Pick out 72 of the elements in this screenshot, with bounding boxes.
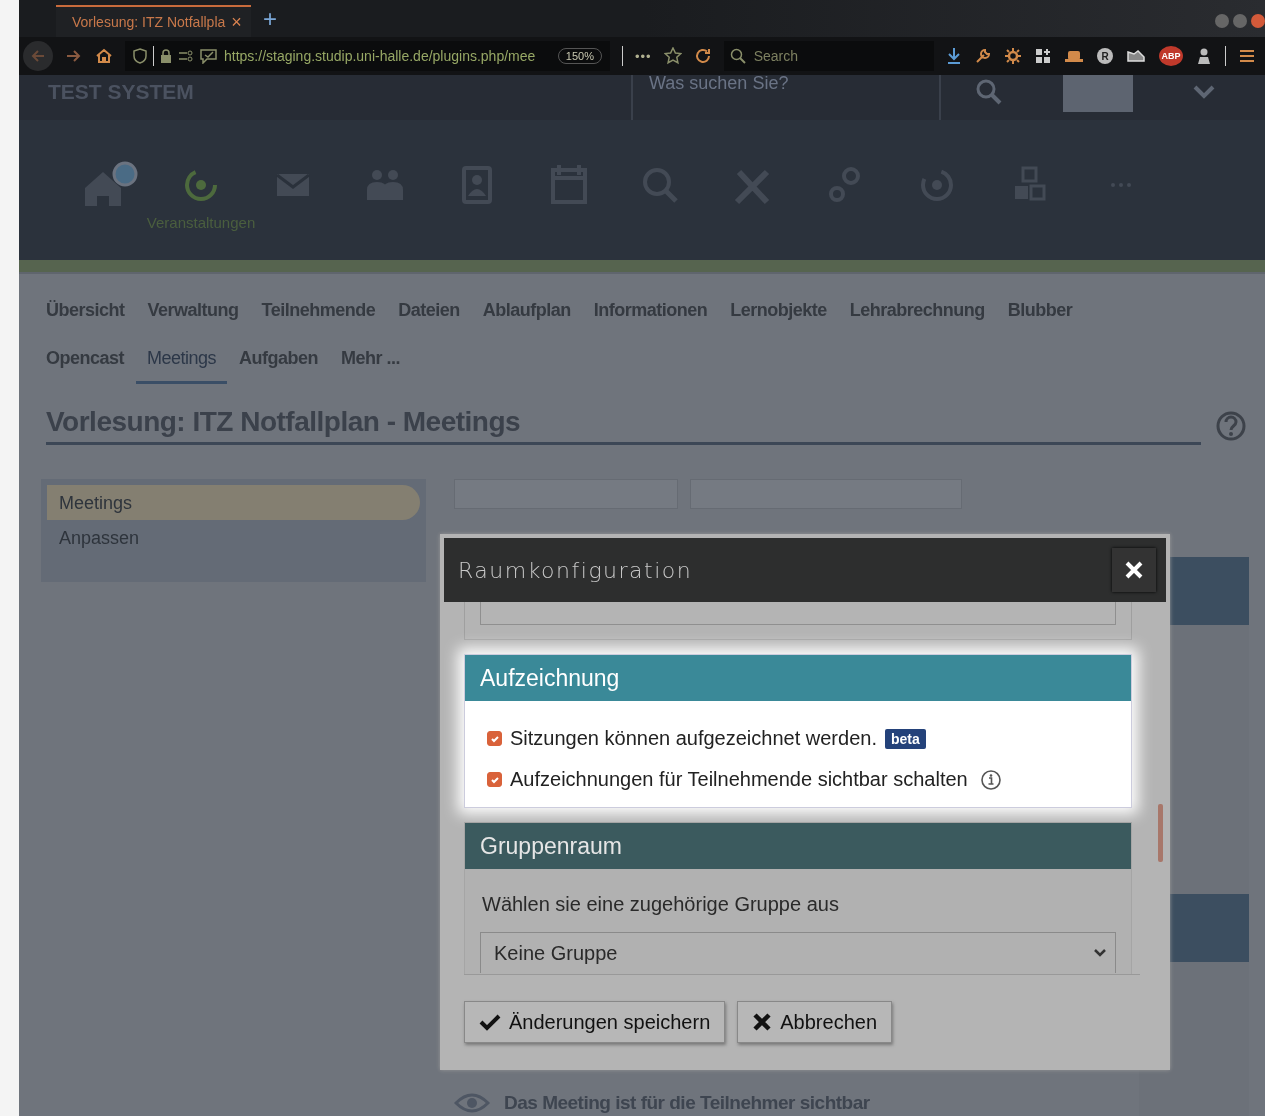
maximize-button[interactable] <box>1233 14 1247 28</box>
course-tab[interactable]: Übersicht <box>46 300 125 336</box>
course-tab[interactable]: Lehrabrechnung <box>849 300 985 336</box>
save-button[interactable]: Änderungen speichern <box>464 1001 726 1043</box>
lock-icon <box>160 49 172 63</box>
course-tab[interactable]: Meetings <box>136 348 228 384</box>
reload-icon[interactable] <box>693 47 712 65</box>
beta-badge: beta <box>884 728 926 749</box>
adblock-icon[interactable]: ABP <box>1159 46 1183 66</box>
course-tab[interactable]: Ablaufplan <box>482 300 571 336</box>
shield-icon <box>133 48 147 64</box>
field-label: Wählen sie eine zugehörige Gruppe aus <box>481 893 840 916</box>
help-icon[interactable] <box>1215 409 1247 442</box>
course-tab[interactable]: Lernobjekte <box>730 300 827 336</box>
course-tab[interactable]: Blubber <box>1007 300 1073 336</box>
search-icon <box>729 48 746 64</box>
menu-icon[interactable] <box>1239 49 1255 63</box>
course-tab[interactable]: Teilnehmende <box>261 300 376 336</box>
cross-icon <box>752 1012 773 1032</box>
group-select[interactable]: Keine Gruppe <box>480 932 1116 973</box>
wrench-icon[interactable] <box>975 48 991 64</box>
chevron-down-icon[interactable] <box>1193 84 1215 99</box>
close-tab-button[interactable]: × <box>231 11 242 33</box>
address-bar[interactable]: https://staging.studip.uni-halle.de/plugins.php/mee 150% <box>125 41 610 71</box>
course-tab[interactable]: Mehr ... <box>341 348 401 384</box>
course-tab[interactable]: Aufgaben <box>239 348 319 384</box>
star-icon[interactable] <box>663 47 682 65</box>
minimize-button[interactable] <box>1215 14 1229 28</box>
course-tab[interactable]: Opencast <box>46 348 125 384</box>
checkmark-icon <box>489 733 500 744</box>
home-icon[interactable] <box>95 48 113 64</box>
sidebar-item[interactable]: Meetings <box>47 485 420 520</box>
checkbox-label[interactable]: Aufzeichnungen für Teilnehmende sichtbar schalten <box>510 768 968 791</box>
chevron-down-icon <box>1093 948 1107 958</box>
url-text: https://staging.studip.uni-halle.de/plugins.php/mee <box>224 48 537 64</box>
grid-icon[interactable] <box>1035 48 1051 64</box>
search-field[interactable]: Search <box>723 41 934 71</box>
scrollbar-thumb[interactable] <box>1158 804 1163 862</box>
section-title: Aufzeichnung <box>480 664 620 692</box>
search-input[interactable]: Search <box>751 47 916 65</box>
new-tab-button[interactable]: + <box>263 5 277 33</box>
info-icon[interactable] <box>979 768 1002 791</box>
course-tab[interactable]: Verwaltung <box>147 300 239 336</box>
page-actions-button[interactable]: ••• <box>635 48 652 64</box>
site-search-field[interactable]: Was suchen Sie? <box>647 75 931 95</box>
forward-icon[interactable] <box>65 48 83 64</box>
back-button[interactable] <box>23 41 53 71</box>
dialog-title: Raumkonfiguration <box>458 557 694 583</box>
eye-icon <box>454 1091 490 1115</box>
checkbox[interactable] <box>487 772 502 787</box>
checkmark-icon <box>479 1013 501 1031</box>
section-title: Gruppenraum <box>480 832 622 860</box>
close-icon <box>1124 560 1144 580</box>
tab-title: Vorlesung: ITZ Notfallpla <box>72 14 226 30</box>
agent-icon[interactable] <box>1196 47 1212 65</box>
close-button[interactable] <box>1112 548 1156 592</box>
browser-tab[interactable]: Vorlesung: ITZ Notfallpla × <box>56 5 251 37</box>
checkbox[interactable] <box>487 731 502 746</box>
chat-icon <box>200 48 218 64</box>
sidebar-item[interactable]: Anpassen <box>47 520 420 555</box>
checkmark-icon <box>489 774 500 785</box>
course-tab[interactable]: Informationen <box>593 300 708 336</box>
close-window-button[interactable] <box>1251 14 1265 28</box>
back-arrow-icon <box>30 48 46 64</box>
cancel-button[interactable]: Abbrechen <box>737 1001 892 1043</box>
download-icon[interactable] <box>946 47 962 65</box>
extension-icon[interactable]: R <box>1097 48 1113 64</box>
course-tab[interactable]: Dateien <box>398 300 460 336</box>
checkbox-label[interactable]: Sitzungen können aufgezeichnet werden. <box>510 727 877 750</box>
hat-icon[interactable] <box>1064 49 1084 63</box>
search-icon[interactable] <box>975 77 1003 106</box>
permissions-icon <box>178 50 194 62</box>
